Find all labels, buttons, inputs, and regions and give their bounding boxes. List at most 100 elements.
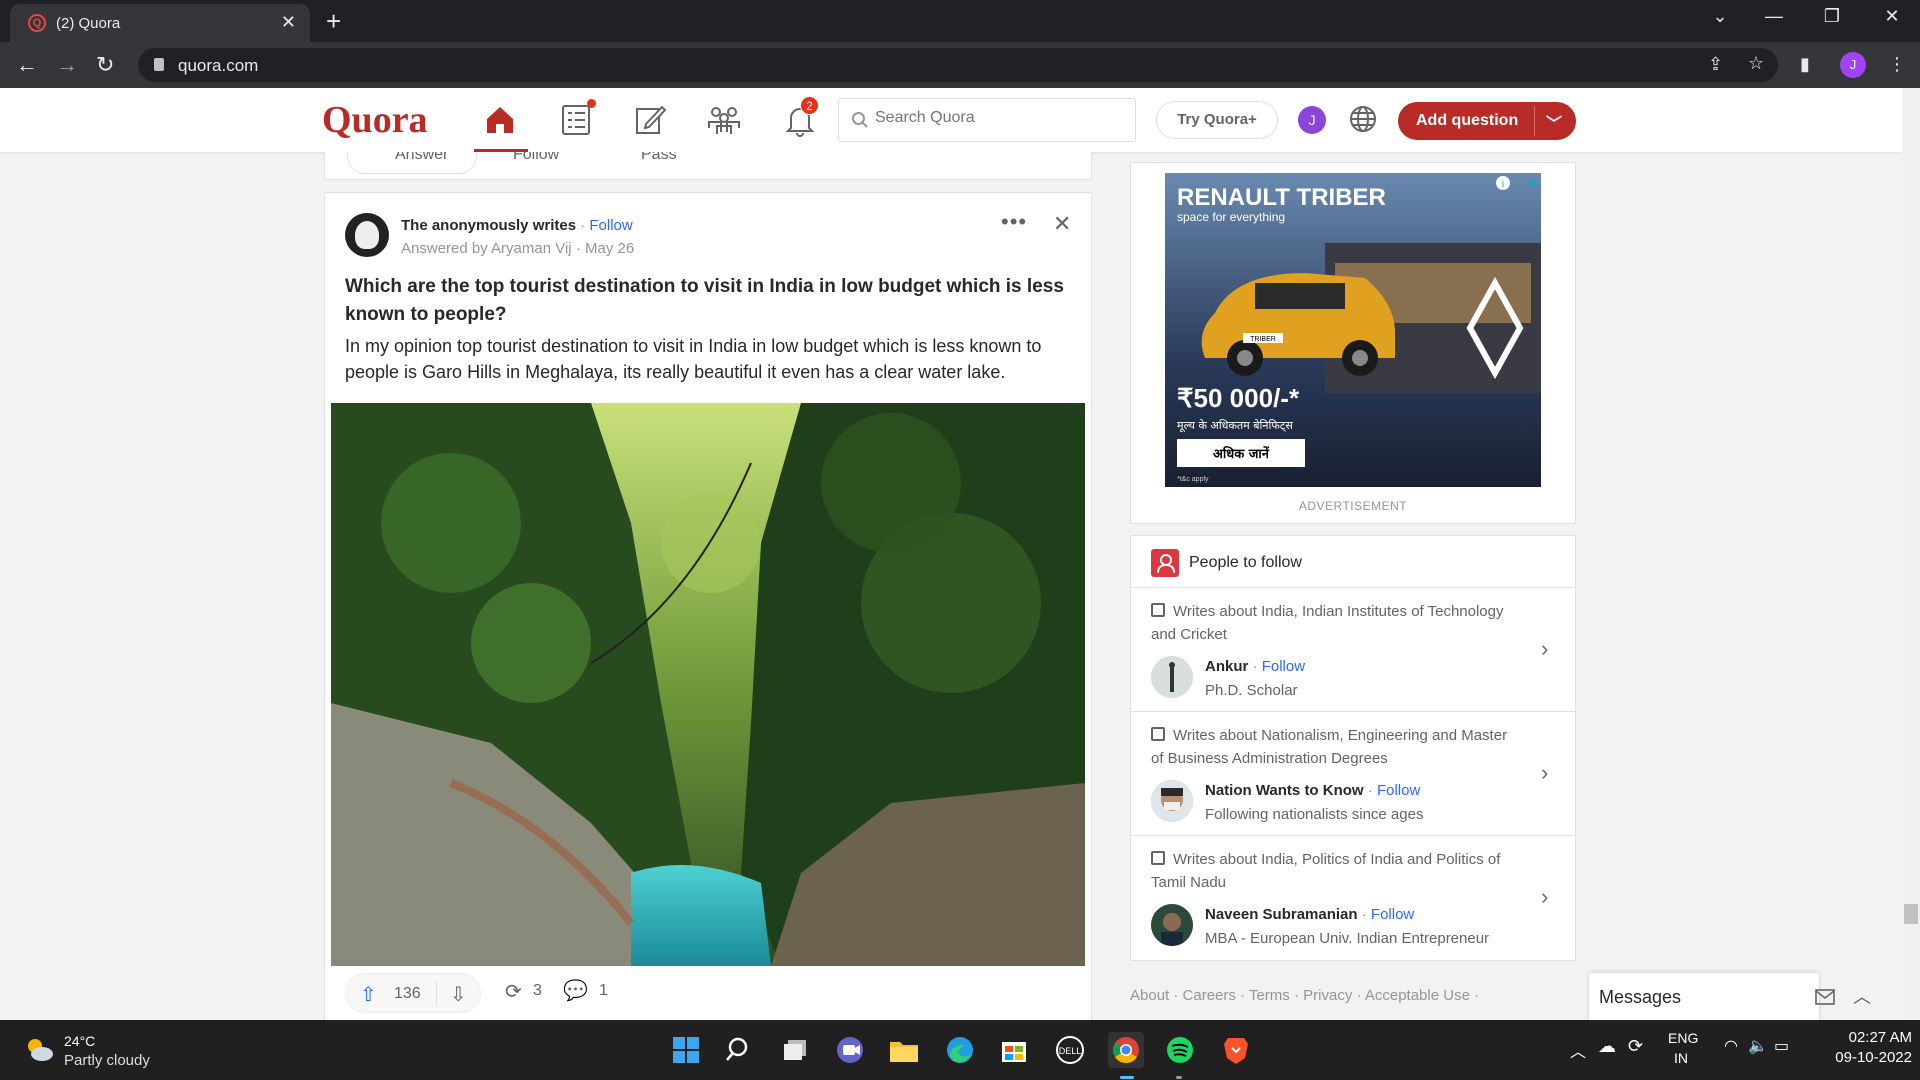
lock-icon[interactable] (154, 58, 164, 71)
battery-icon[interactable]: ▭ (1774, 1036, 1789, 1056)
messages-widget[interactable]: Messages ︿ (1588, 972, 1871, 1020)
upvote-icon[interactable]: ⇧ (360, 982, 377, 1007)
edge-browser-icon[interactable] (942, 1032, 978, 1068)
answer-text[interactable]: In my opinion top tourist destination to… (345, 333, 1075, 385)
person-name[interactable]: Nation Wants to Know (1205, 782, 1364, 799)
url-text[interactable]: quora.com (178, 56, 258, 76)
chrome-browser-icon[interactable] (1108, 1032, 1144, 1068)
follow-link[interactable]: Follow (1262, 658, 1305, 675)
person-name[interactable]: Ankur (1205, 658, 1248, 675)
chevron-down-icon[interactable]: ﹀ (1546, 110, 1562, 134)
scrollbar[interactable] (1902, 88, 1920, 1020)
person-avatar[interactable] (1151, 780, 1193, 822)
follow-link[interactable]: Follow (1377, 782, 1420, 799)
teams-chat-icon[interactable] (832, 1032, 868, 1068)
bookmark-star-icon[interactable]: ☆ (1748, 53, 1764, 74)
person-suggestion[interactable]: Writes about Nationalism, Engineering an… (1131, 712, 1575, 836)
follow-button[interactable]: Follow (513, 152, 559, 164)
reload-icon[interactable]: ↻ (96, 52, 114, 78)
user-avatar[interactable]: J (1298, 106, 1326, 134)
chevron-right-icon[interactable]: › (1541, 760, 1548, 786)
close-window-button[interactable]: ✕ (1872, 6, 1912, 27)
answer-date[interactable]: May 26 (585, 240, 634, 257)
quora-logo[interactable]: Quora (322, 98, 428, 142)
volume-icon[interactable]: 🔈 (1748, 1036, 1768, 1056)
search-box[interactable] (838, 98, 1136, 142)
author-avatar[interactable] (345, 213, 389, 257)
upvote-count[interactable]: 136 (394, 985, 421, 1003)
weather-widget[interactable]: 24°C Partly cloudy (20, 1030, 200, 1072)
person-avatar[interactable] (1151, 656, 1193, 698)
ad-info-icon[interactable]: i (1502, 179, 1504, 190)
add-question-button[interactable]: Add question ﹀ (1398, 102, 1576, 140)
microsoft-store-icon[interactable] (996, 1032, 1032, 1068)
footer-link-terms[interactable]: Terms (1249, 987, 1290, 1004)
person-suggestion[interactable]: Writes about India, Politics of India an… (1131, 836, 1575, 960)
new-tab-button[interactable]: + (326, 6, 341, 37)
share-count[interactable]: 3 (533, 982, 542, 1000)
footer-link-about[interactable]: About (1130, 987, 1169, 1004)
menu-dots-icon[interactable]: ⋮ (1888, 54, 1906, 75)
dell-app-icon[interactable]: DELL (1052, 1032, 1088, 1068)
author-name[interactable]: The anonymously writes (401, 217, 576, 234)
answered-by[interactable]: Answered by Aryaman Vij (401, 240, 572, 257)
search-input[interactable] (875, 109, 1125, 127)
ad-cta[interactable]: अधिक जानें (1213, 446, 1270, 462)
onedrive-cloud-icon[interactable]: ☁ (1598, 1036, 1616, 1057)
write-answer-icon[interactable] (632, 102, 668, 138)
home-icon[interactable] (482, 102, 518, 138)
clock[interactable]: 02:27 AM 09-10-2022 (1816, 1028, 1912, 1068)
chevron-right-icon[interactable]: › (1541, 884, 1548, 910)
footer-link-privacy[interactable]: Privacy (1303, 987, 1352, 1004)
restore-button[interactable]: ❐ (1812, 6, 1852, 27)
show-hidden-icons-chevron[interactable]: ︿ (1570, 1038, 1586, 1062)
file-explorer-icon[interactable] (886, 1032, 922, 1068)
pass-button[interactable]: Pass (641, 152, 677, 164)
language-globe-icon[interactable] (1348, 104, 1378, 134)
language-bottom[interactable]: IN (1674, 1050, 1688, 1066)
sync-icon[interactable]: ⟳ (1628, 1036, 1643, 1057)
search-taskbar-icon[interactable] (722, 1032, 758, 1068)
minimize-button[interactable]: — (1754, 6, 1794, 27)
dismiss-icon[interactable]: ✕ (1053, 211, 1071, 237)
new-message-icon[interactable] (1815, 989, 1835, 1005)
comment-icon[interactable]: 💬 (563, 978, 588, 1003)
try-quora-plus-button[interactable]: Try Quora+ (1156, 101, 1278, 139)
spotify-icon[interactable] (1162, 1032, 1198, 1068)
more-options-icon[interactable]: ••• (1001, 209, 1027, 235)
back-icon[interactable]: ← (16, 52, 38, 78)
brave-browser-icon[interactable] (1218, 1032, 1254, 1068)
scrollbar-thumb[interactable] (1904, 904, 1918, 924)
start-windows-icon[interactable] (668, 1032, 704, 1068)
spaces-icon[interactable] (706, 102, 742, 138)
side-panel-icon[interactable]: ▮ (1800, 54, 1810, 75)
collapse-chevron-icon[interactable]: ︿ (1853, 983, 1871, 1009)
person-suggestion[interactable]: Writes about India, Indian Institutes of… (1131, 588, 1575, 712)
answer-image[interactable] (331, 403, 1085, 966)
footer-link-careers[interactable]: Careers (1183, 987, 1236, 1004)
comment-count[interactable]: 1 (599, 982, 608, 1000)
forward-icon[interactable]: → (56, 52, 78, 78)
chevron-right-icon[interactable]: › (1541, 636, 1548, 662)
follow-author-link[interactable]: Follow (589, 217, 632, 234)
footer-link-acceptable-use[interactable]: Acceptable Use (1365, 987, 1470, 1004)
answer-button[interactable]: Answer (395, 152, 448, 164)
downvote-icon[interactable]: ⇩ (450, 982, 467, 1007)
url-bar[interactable]: quora.com ⇪ ☆ (138, 48, 1778, 82)
language-top[interactable]: ENG (1668, 1030, 1698, 1046)
close-tab-icon[interactable]: ✕ (281, 12, 296, 33)
share-icon[interactable]: ⇪ (1708, 54, 1723, 75)
tab-search-icon[interactable]: ⌄ (1700, 6, 1740, 27)
browser-tab[interactable]: Q (2) Quora ✕ (10, 4, 310, 42)
wifi-icon[interactable]: ◠ (1724, 1036, 1738, 1056)
person-name[interactable]: Naveen Subramanian (1205, 906, 1358, 923)
share-icon[interactable]: ⟳ (505, 979, 522, 1004)
question-title[interactable]: Which are the top tourist destination to… (345, 273, 1075, 329)
follow-link[interactable]: Follow (1371, 906, 1414, 923)
ad-close-icon[interactable]: ✕ (1527, 175, 1539, 191)
person-avatar[interactable] (1151, 904, 1193, 946)
profile-avatar[interactable]: J (1840, 52, 1866, 78)
ad-banner[interactable]: TRIBER RENAULT TRIBER space for everythi… (1165, 173, 1541, 487)
task-view-icon[interactable] (778, 1032, 814, 1068)
messages-label[interactable]: Messages (1599, 987, 1681, 1008)
